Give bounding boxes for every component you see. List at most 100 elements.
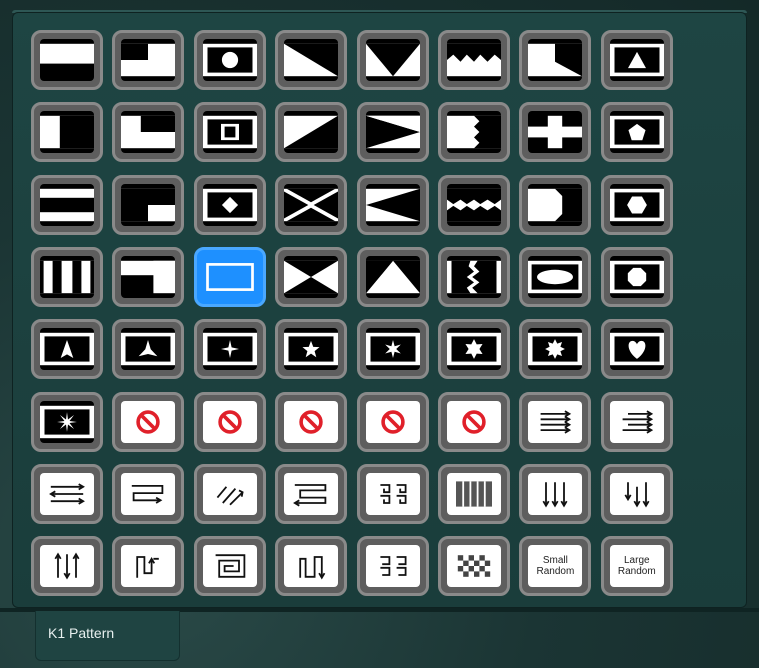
- order-quadrant-spiral-button[interactable]: [356, 463, 429, 524]
- pattern-hexagon-button[interactable]: [600, 174, 673, 235]
- pattern-arrow-left-wedge-button[interactable]: [356, 174, 429, 235]
- pattern-starburst-button[interactable]: [31, 391, 103, 452]
- pattern-pentagon-button[interactable]: [600, 102, 673, 163]
- pattern-corner-top-right-button[interactable]: [112, 246, 185, 307]
- pattern-unavailable-1-icon: [121, 400, 176, 443]
- tab-k1-pattern[interactable]: K1 Pattern: [35, 611, 180, 661]
- order-quadrant-spiral-2-button[interactable]: [356, 536, 429, 597]
- pattern-ellipse-icon: [528, 255, 583, 298]
- order-diagonal-icon: [202, 472, 257, 515]
- order-quadrant-spiral-2-icon: [365, 545, 420, 588]
- pattern-four-point-star-button[interactable]: [193, 319, 266, 380]
- pattern-zigzag-column-icon: [447, 255, 501, 298]
- pattern-heart-button[interactable]: [600, 319, 673, 380]
- order-snake-button[interactable]: [112, 463, 185, 524]
- pattern-five-point-star-button[interactable]: [275, 319, 348, 380]
- order-large-random-button[interactable]: Large Random: [600, 536, 673, 597]
- pattern-arrowhead-button[interactable]: [31, 319, 103, 380]
- pattern-unavailable-1-button[interactable]: [112, 391, 185, 452]
- order-lines-right-button[interactable]: [519, 391, 592, 452]
- pattern-trapezoid-icon: [528, 183, 583, 226]
- pattern-burst-star-button[interactable]: [519, 319, 592, 380]
- order-alternate-button[interactable]: [31, 463, 103, 524]
- order-up-down-icon: [40, 545, 94, 588]
- order-columns-icon: [447, 472, 501, 515]
- pattern-square-inset-icon: [202, 111, 257, 154]
- pattern-zigzag-band-button[interactable]: [438, 174, 510, 235]
- pattern-octagon-button[interactable]: [600, 246, 673, 307]
- pattern-starburst-icon: [40, 400, 94, 443]
- pattern-zigzag-top-button[interactable]: [438, 30, 510, 90]
- pattern-bars-horizontal-button[interactable]: [31, 174, 103, 235]
- pattern-square-inset-button[interactable]: [193, 102, 266, 163]
- pattern-cross-button[interactable]: [519, 102, 592, 163]
- pattern-six-point-star-icon: [365, 328, 420, 371]
- order-snake-vertical-2-icon: [284, 545, 339, 588]
- pattern-x-button[interactable]: [275, 174, 348, 235]
- pattern-unavailable-3-button[interactable]: [275, 391, 348, 452]
- pattern-corner-step-icon: [121, 183, 176, 226]
- pattern-octagon-icon: [609, 255, 664, 298]
- order-spiral-icon: [202, 545, 257, 588]
- order-down-stagger-button[interactable]: [600, 463, 673, 524]
- pattern-corner-bottom-left-button[interactable]: [112, 30, 185, 90]
- order-checker-icon: [447, 545, 501, 588]
- pattern-triangle-up-small-button[interactable]: [600, 30, 673, 90]
- pattern-ellipse-button[interactable]: [519, 246, 592, 307]
- pattern-corner-top-right-icon: [121, 255, 176, 298]
- pattern-triangle-up-button[interactable]: [356, 246, 429, 307]
- order-diagonal-button[interactable]: [193, 463, 266, 524]
- order-snake-vertical-2-button[interactable]: [275, 536, 348, 597]
- pattern-zigzag-vertical-icon: [447, 111, 501, 154]
- pattern-six-point-star-button[interactable]: [356, 319, 429, 380]
- pattern-unavailable-5-button[interactable]: [438, 391, 510, 452]
- pattern-zigzag-column-button[interactable]: [438, 246, 510, 307]
- pattern-unavailable-4-icon: [365, 400, 420, 443]
- order-small-random-button[interactable]: Small Random: [519, 536, 592, 597]
- order-down-button[interactable]: [519, 463, 592, 524]
- pattern-three-point-star-button[interactable]: [112, 319, 185, 380]
- pattern-bars-horizontal-icon: [40, 183, 94, 226]
- pattern-v-shape-button[interactable]: [356, 30, 429, 90]
- pattern-four-point-star-icon: [202, 328, 257, 371]
- pattern-circle-button[interactable]: [193, 30, 266, 90]
- order-checker-button[interactable]: [438, 536, 510, 597]
- pattern-bars-vertical-icon: [40, 255, 94, 298]
- pattern-trapezoid-button[interactable]: [519, 174, 592, 235]
- pattern-corner-l-button[interactable]: [112, 102, 185, 163]
- pattern-unavailable-2-icon: [202, 400, 257, 443]
- pattern-unavailable-2-button[interactable]: [193, 391, 266, 452]
- pattern-bar-bottom-button[interactable]: [31, 30, 103, 90]
- pattern-triangle-lower-right-button[interactable]: [275, 102, 348, 163]
- pattern-triangle-up-icon: [365, 255, 420, 298]
- pattern-bar-bottom-icon: [40, 39, 94, 81]
- pattern-wedge-corner-button[interactable]: [519, 30, 592, 90]
- pattern-unavailable-4-button[interactable]: [356, 391, 429, 452]
- pattern-three-point-star-icon: [121, 328, 176, 371]
- order-snake-vertical-button[interactable]: [112, 536, 185, 597]
- pattern-arrow-right-wedge-button[interactable]: [356, 102, 429, 163]
- tile-label: Small Random: [536, 555, 575, 578]
- order-columns-button[interactable]: [438, 463, 510, 524]
- pattern-triangle-lower-right-icon: [284, 111, 339, 154]
- pattern-zigzag-vertical-button[interactable]: [438, 102, 510, 163]
- pattern-corner-bottom-left-icon: [121, 39, 176, 81]
- tile-label: Large Random: [617, 555, 656, 578]
- pattern-star-of-david-button[interactable]: [438, 319, 510, 380]
- pattern-diamond-button[interactable]: [193, 174, 266, 235]
- pattern-corner-step-button[interactable]: [112, 174, 185, 235]
- pattern-diamond-icon: [202, 183, 257, 226]
- pattern-bar-vertical-button[interactable]: [31, 102, 103, 163]
- order-up-down-button[interactable]: [31, 536, 103, 597]
- order-quadrant-spiral-icon: [365, 472, 420, 515]
- order-spiral-button[interactable]: [193, 536, 266, 597]
- pattern-hexagon-icon: [609, 183, 664, 226]
- pattern-hourglass-button[interactable]: [275, 246, 348, 307]
- pattern-bars-vertical-button[interactable]: [31, 246, 103, 307]
- pattern-triangle-diagonal-button[interactable]: [275, 30, 348, 90]
- pattern-rectangle-outline-button[interactable]: [193, 246, 266, 307]
- order-lines-right-stagger-icon: [609, 400, 664, 443]
- order-lines-right-stagger-button[interactable]: [600, 391, 673, 452]
- order-snake-offset-button[interactable]: [275, 463, 348, 524]
- pattern-x-icon: [284, 183, 339, 226]
